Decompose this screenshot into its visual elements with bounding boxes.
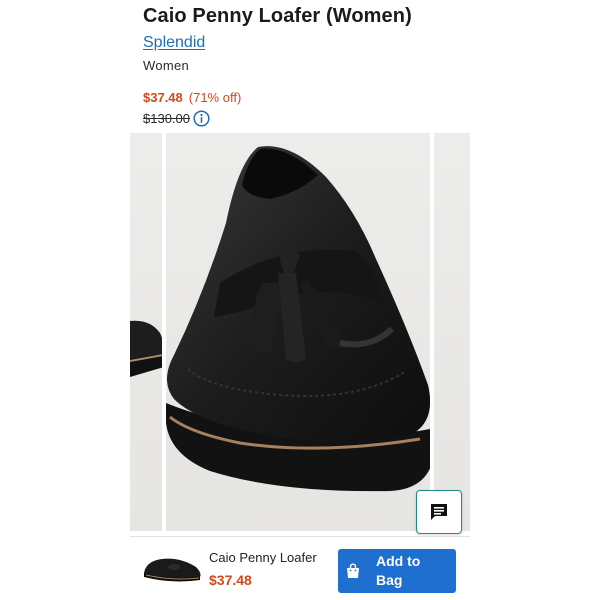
product-image-gallery[interactable] bbox=[130, 133, 470, 531]
add-to-bag-button[interactable]: Add to Bag bbox=[338, 549, 456, 593]
chat-button[interactable] bbox=[416, 490, 462, 534]
bar-product-price: $37.48 bbox=[209, 572, 252, 588]
product-title: Caio Penny Loafer (Women) bbox=[143, 5, 412, 27]
discount-percent: (71% off) bbox=[188, 90, 242, 105]
chat-bubble-icon bbox=[431, 504, 447, 520]
sale-price: $37.48 bbox=[143, 90, 183, 105]
brand-link[interactable]: Splendid bbox=[143, 34, 205, 52]
product-gender: Women bbox=[143, 58, 190, 73]
original-price-row: $130.00 bbox=[143, 110, 210, 127]
sticky-add-to-bag-bar: Caio Penny Loafer $37.48 Add to Bag bbox=[130, 536, 470, 600]
info-circle-icon[interactable] bbox=[193, 110, 210, 127]
bar-product-name: Caio Penny Loafer bbox=[209, 550, 317, 565]
price-row: $37.48 (71% off) bbox=[143, 90, 241, 105]
add-to-bag-label: Add to Bag bbox=[376, 553, 421, 588]
original-price: $130.00 bbox=[143, 111, 190, 126]
product-image bbox=[130, 133, 470, 531]
shopping-bag-icon bbox=[347, 563, 359, 578]
product-thumbnail bbox=[144, 558, 201, 582]
